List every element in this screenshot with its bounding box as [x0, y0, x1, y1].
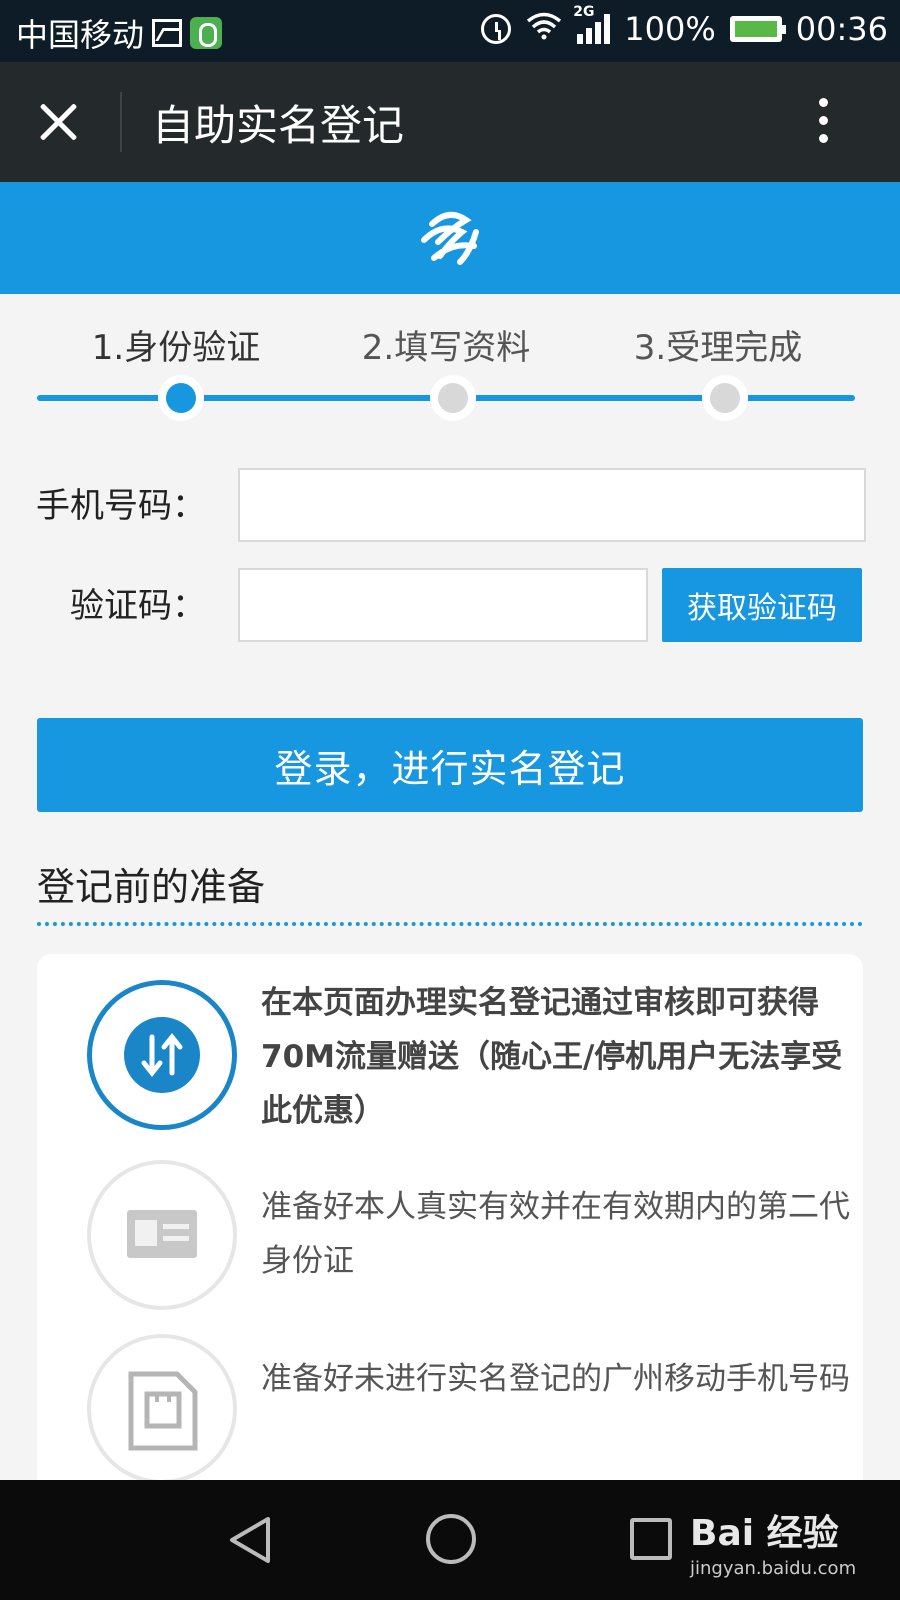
title-bar: 自助实名登记	[0, 62, 900, 182]
brand-bar	[0, 182, 900, 294]
baidu-watermark: Bai 经验 jingyan.baidu.com	[690, 1504, 856, 1579]
section-divider	[37, 922, 863, 926]
recent-apps-icon[interactable]	[630, 1518, 672, 1560]
tip-text-3: 准备好未进行实名登记的广州移动手机号码	[261, 1361, 850, 1397]
signal-icon: 2G	[573, 4, 611, 44]
carrier-name: 中国移动	[16, 16, 145, 54]
tip-text-2: 准备好本人真实有效并在有效期内的第二代身份证	[261, 1189, 850, 1279]
title-divider	[120, 92, 122, 152]
id-card-icon	[87, 1160, 237, 1310]
step-label-1: 1.身份验证	[91, 328, 261, 368]
phone-input[interactable]	[238, 468, 866, 542]
app-lock-icon	[190, 17, 223, 49]
battery-icon	[729, 16, 786, 42]
phone-label: 手机号码：	[36, 486, 206, 526]
gallery-icon	[152, 19, 183, 47]
step-label-2: 2.填写资料	[361, 328, 531, 368]
step-dot-3	[702, 375, 748, 421]
step-label-3: 3.受理完成	[633, 328, 803, 368]
watermark-brand: Bai 经验	[690, 1513, 839, 1554]
step-dot-1	[158, 375, 204, 421]
watermark-url: jingyan.baidu.com	[690, 1558, 857, 1579]
home-icon[interactable]	[426, 1514, 476, 1564]
battery-percent: 100%	[624, 10, 716, 48]
page-title: 自助实名登记	[152, 101, 405, 150]
close-icon[interactable]	[34, 98, 82, 146]
data-transfer-icon	[87, 980, 237, 1130]
system-nav-bar: Bai 经验 jingyan.baidu.com	[0, 1480, 900, 1600]
sim-card-icon	[87, 1334, 237, 1484]
back-icon[interactable]	[228, 1515, 272, 1565]
china-mobile-logo	[421, 211, 479, 265]
code-label: 验证码：	[70, 586, 206, 626]
step-dot-2	[430, 375, 476, 421]
tips-card: 在本页面办理实名登记通过审核即可获得70M流量赠送（随心王/停机用户无法享受此优…	[37, 954, 863, 1494]
more-vertical-icon[interactable]	[816, 98, 830, 148]
get-code-button[interactable]: 获取验证码	[662, 568, 862, 642]
wifi-icon	[525, 10, 563, 48]
login-button[interactable]: 登录，进行实名登记	[37, 718, 863, 812]
network-type: 2G	[573, 4, 595, 20]
clock: 00:36	[795, 10, 888, 48]
section-title: 登记前的准备	[37, 865, 266, 909]
alarm-icon	[481, 14, 512, 44]
tip-text-1: 在本页面办理实名登记通过审核即可获得70M流量赠送（随心王/停机用户无法享受此优…	[261, 985, 843, 1129]
status-bar: 中国移动 2G 100% 00:36	[0, 0, 900, 62]
verification-code-input[interactable]	[238, 568, 648, 642]
